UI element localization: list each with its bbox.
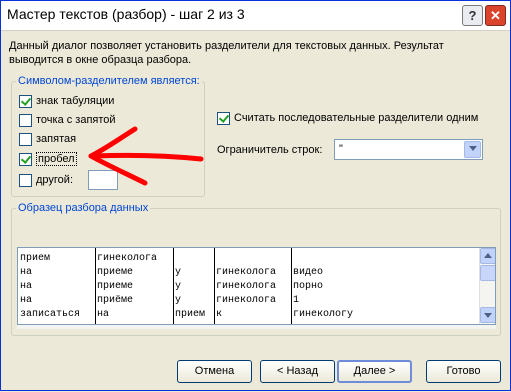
preview-cell: приеме [97,267,134,278]
delimiter-semicolon-label: точка с запятой [36,114,116,127]
help-button[interactable]: ? [462,5,483,26]
text-qualifier-value: " [339,143,343,155]
close-icon: ✕ [490,8,501,23]
preview-row: записаться на прием к гинекологу [18,308,353,322]
preview-cell: приёме [97,295,134,306]
delimiter-space-option[interactable]: пробел [19,152,77,168]
preview-cell: прием [20,253,51,264]
delimiter-tab-option[interactable]: знак табуляции [19,94,114,110]
preview-cell: у [175,281,182,292]
preview-cell: на [20,281,33,292]
delimiter-other-option[interactable]: другой: [19,173,73,189]
preview-legend: Образец разбора данных [18,202,149,214]
preview-cell: гинеколога [97,253,158,264]
delimiter-comma-option[interactable]: запятая [19,132,76,148]
dialog-window: Мастер текстов (разбор) - шаг 2 из 3 ? ✕… [0,0,511,391]
preview-row: прием гинеколога [18,252,157,266]
column-separator [214,248,215,324]
chevron-down-icon [469,146,477,151]
delimiter-other-checkbox[interactable] [19,173,32,187]
close-button[interactable]: ✕ [485,5,506,26]
preview-horizontal-scrollbar[interactable] [17,325,496,329]
delimiter-semicolon-checkbox[interactable] [19,113,32,127]
consecutive-delimiters-label: Считать последовательные разделители одн… [234,112,479,125]
preview-cell: гинеколога [216,281,277,292]
preview-cell: на [97,309,110,320]
preview-row: на приеме у гинеколога видео [18,266,323,280]
preview-cell: у [175,267,182,278]
delimiter-comma-label: запятая [36,133,77,146]
text-qualifier-dropdown-button[interactable] [464,141,481,158]
preview-cell: видео [293,267,324,278]
column-separator [173,248,174,324]
column-separator [291,248,292,324]
delimiter-space-checkbox[interactable] [19,152,32,166]
finish-button[interactable]: Готово [426,360,501,383]
preview-cell: к [216,309,223,320]
consecutive-delimiters-checkbox[interactable] [217,111,230,125]
preview-cell: прием [175,309,206,320]
scroll-up-button[interactable] [480,248,495,264]
delimiter-other-label: другой: [36,174,74,187]
delimiter-comma-checkbox[interactable] [19,132,32,146]
preview-row: на приеме у гинеколога порно [18,280,323,294]
text-qualifier-select[interactable]: " [334,139,483,160]
preview-cell: 1 [293,295,300,306]
preview-vertical-scrollbar[interactable] [479,248,495,324]
dialog-description: Данный диалог позволяет установить разде… [9,40,444,66]
delimiter-tab-label: знак табуляции [36,95,115,108]
preview-row: на приёме у гинеколога 1 [18,294,299,308]
column-separator [95,248,96,324]
delimiter-semicolon-option[interactable]: точка с запятой [19,113,116,129]
preview-cell: гинекологу [293,309,354,320]
preview-cell: порно [293,281,324,292]
preview-cell: приеме [97,281,134,292]
delimiter-other-input[interactable] [88,170,118,190]
back-button[interactable]: < Назад [260,360,335,383]
help-icon: ? [468,8,477,23]
preview-cell: на [20,295,33,306]
preview-cell: гинеколога [216,295,277,306]
preview-cell: гинеколога [216,267,277,278]
cancel-button[interactable]: Отмена [177,360,252,383]
text-qualifier-label: Ограничитель строк: [217,144,323,156]
delimiters-legend: Символом-разделителем является: [18,75,200,87]
window-title: Мастер текстов (разбор) - шаг 2 из 3 [7,6,245,22]
scroll-down-button[interactable] [480,307,495,323]
scroll-up-icon [484,253,492,258]
consecutive-delimiters-option[interactable]: Считать последовательные разделители одн… [217,111,478,127]
next-button[interactable]: Далее > [337,360,412,383]
delimiter-tab-checkbox[interactable] [19,94,32,108]
preview-cell: у [175,295,182,306]
data-preview[interactable]: прием гинеколога на приеме у гинеколога … [17,247,496,325]
delimiter-space-label: пробел [36,152,77,167]
scroll-thumb[interactable] [480,265,495,281]
title-bar: Мастер текстов (разбор) - шаг 2 из 3 ? ✕ [1,1,510,31]
preview-cell: записаться [20,309,81,320]
scroll-down-icon [484,313,492,318]
preview-cell: на [20,267,33,278]
